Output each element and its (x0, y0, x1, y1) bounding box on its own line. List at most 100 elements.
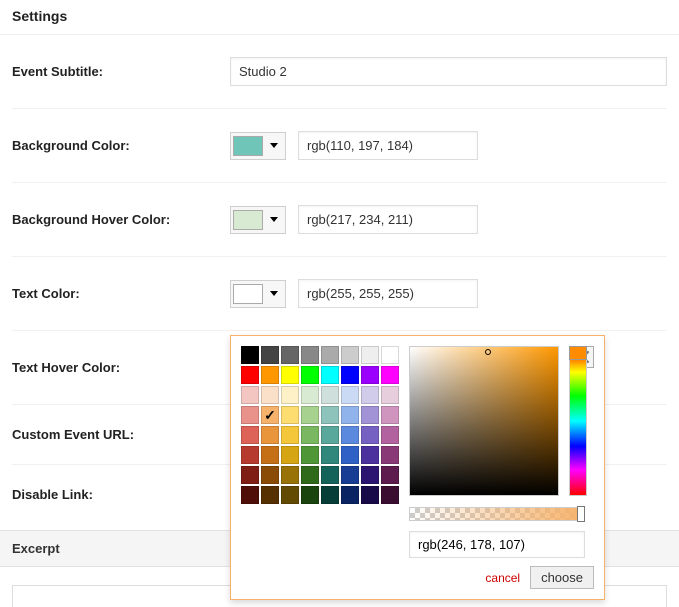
row-background-color: Background Color: (12, 109, 667, 183)
palette-swatch[interactable] (301, 446, 319, 464)
palette-swatch[interactable] (241, 486, 259, 504)
palette-swatch[interactable] (241, 466, 259, 484)
cancel-link[interactable]: cancel (485, 571, 520, 585)
hue-slider[interactable] (569, 346, 587, 496)
background-hover-color-swatch-button[interactable] (230, 206, 286, 234)
background-hover-color-input[interactable] (298, 205, 478, 234)
palette-swatch[interactable] (281, 446, 299, 464)
palette-swatch[interactable] (361, 466, 379, 484)
palette-swatch[interactable] (341, 426, 359, 444)
palette-swatch[interactable] (381, 346, 399, 364)
palette-swatch[interactable] (241, 346, 259, 364)
palette-swatch[interactable] (261, 346, 279, 364)
palette-swatch[interactable] (241, 426, 259, 444)
palette-swatch[interactable] (341, 386, 359, 404)
palette-swatch[interactable] (321, 366, 339, 384)
color-picker-value-input[interactable] (409, 531, 585, 558)
label-custom-event-url: Custom Event URL: (12, 427, 230, 442)
chevron-down-icon (270, 143, 278, 148)
palette-swatch[interactable] (281, 346, 299, 364)
palette-swatch[interactable] (241, 366, 259, 384)
background-color-input[interactable] (298, 131, 478, 160)
row-background-hover-color: Background Hover Color: (12, 183, 667, 257)
label-background-color: Background Color: (12, 138, 230, 153)
palette-swatch[interactable] (381, 446, 399, 464)
palette-swatch[interactable] (381, 366, 399, 384)
background-hover-color-swatch-chip (233, 210, 263, 230)
palette-swatch[interactable] (241, 446, 259, 464)
palette-swatch[interactable] (361, 486, 379, 504)
color-picker-actions: cancel choose (409, 566, 594, 589)
palette-swatch[interactable] (321, 426, 339, 444)
label-background-hover-color: Background Hover Color: (12, 212, 230, 227)
palette-swatch[interactable] (341, 346, 359, 364)
palette-swatch[interactable] (301, 366, 319, 384)
row-text-color: Text Color: (12, 257, 667, 331)
alpha-handle[interactable] (577, 506, 585, 522)
palette-swatch[interactable] (321, 466, 339, 484)
palette-swatch[interactable] (301, 466, 319, 484)
text-color-input[interactable] (298, 279, 478, 308)
color-palette-grid: ✓ (241, 346, 399, 589)
palette-swatch[interactable]: ✓ (261, 406, 279, 424)
palette-swatch[interactable] (301, 386, 319, 404)
palette-swatch[interactable] (241, 406, 259, 424)
palette-swatch[interactable] (381, 466, 399, 484)
palette-swatch[interactable] (381, 426, 399, 444)
palette-swatch[interactable] (261, 486, 279, 504)
color-picker-right-column: cancel choose (409, 346, 594, 589)
palette-swatch[interactable] (361, 346, 379, 364)
palette-swatch[interactable] (341, 486, 359, 504)
palette-swatch[interactable] (281, 426, 299, 444)
palette-swatch[interactable] (361, 406, 379, 424)
palette-swatch[interactable] (341, 466, 359, 484)
palette-swatch[interactable] (341, 406, 359, 424)
palette-swatch[interactable] (261, 466, 279, 484)
palette-swatch[interactable] (321, 446, 339, 464)
palette-swatch[interactable] (281, 366, 299, 384)
background-color-swatch-button[interactable] (230, 132, 286, 160)
palette-swatch[interactable] (381, 386, 399, 404)
color-picker-popup: ✓ cancel choose (230, 335, 605, 600)
chevron-down-icon (270, 217, 278, 222)
text-color-swatch-chip (233, 284, 263, 304)
palette-swatch[interactable] (381, 486, 399, 504)
saturation-value-area[interactable] (409, 346, 559, 496)
palette-swatch[interactable] (321, 486, 339, 504)
alpha-slider[interactable] (409, 507, 585, 521)
palette-swatch[interactable] (301, 426, 319, 444)
palette-swatch[interactable] (261, 386, 279, 404)
palette-swatch[interactable] (321, 386, 339, 404)
palette-swatch[interactable] (261, 366, 279, 384)
check-icon: ✓ (264, 408, 276, 422)
palette-swatch[interactable] (361, 446, 379, 464)
event-subtitle-input[interactable] (230, 57, 667, 86)
row-event-subtitle: Event Subtitle: (12, 35, 667, 109)
label-disable-link: Disable Link: (12, 487, 230, 502)
palette-swatch[interactable] (301, 406, 319, 424)
palette-swatch[interactable] (261, 426, 279, 444)
palette-swatch[interactable] (381, 406, 399, 424)
palette-swatch[interactable] (301, 346, 319, 364)
palette-swatch[interactable] (361, 366, 379, 384)
text-color-swatch-button[interactable] (230, 280, 286, 308)
palette-swatch[interactable] (241, 386, 259, 404)
palette-swatch[interactable] (301, 486, 319, 504)
palette-swatch[interactable] (321, 406, 339, 424)
palette-swatch[interactable] (281, 486, 299, 504)
label-event-subtitle: Event Subtitle: (12, 64, 230, 79)
palette-swatch[interactable] (261, 446, 279, 464)
palette-swatch[interactable] (281, 466, 299, 484)
chevron-down-icon (270, 291, 278, 296)
sv-handle[interactable] (485, 349, 491, 355)
palette-swatch[interactable] (341, 366, 359, 384)
palette-swatch[interactable] (281, 386, 299, 404)
palette-swatch[interactable] (341, 446, 359, 464)
choose-button[interactable]: choose (530, 566, 594, 589)
palette-swatch[interactable] (361, 386, 379, 404)
palette-swatch[interactable] (361, 426, 379, 444)
label-text-color: Text Color: (12, 286, 230, 301)
palette-swatch[interactable] (321, 346, 339, 364)
palette-swatch[interactable] (281, 406, 299, 424)
label-text-hover-color: Text Hover Color: (12, 360, 230, 375)
